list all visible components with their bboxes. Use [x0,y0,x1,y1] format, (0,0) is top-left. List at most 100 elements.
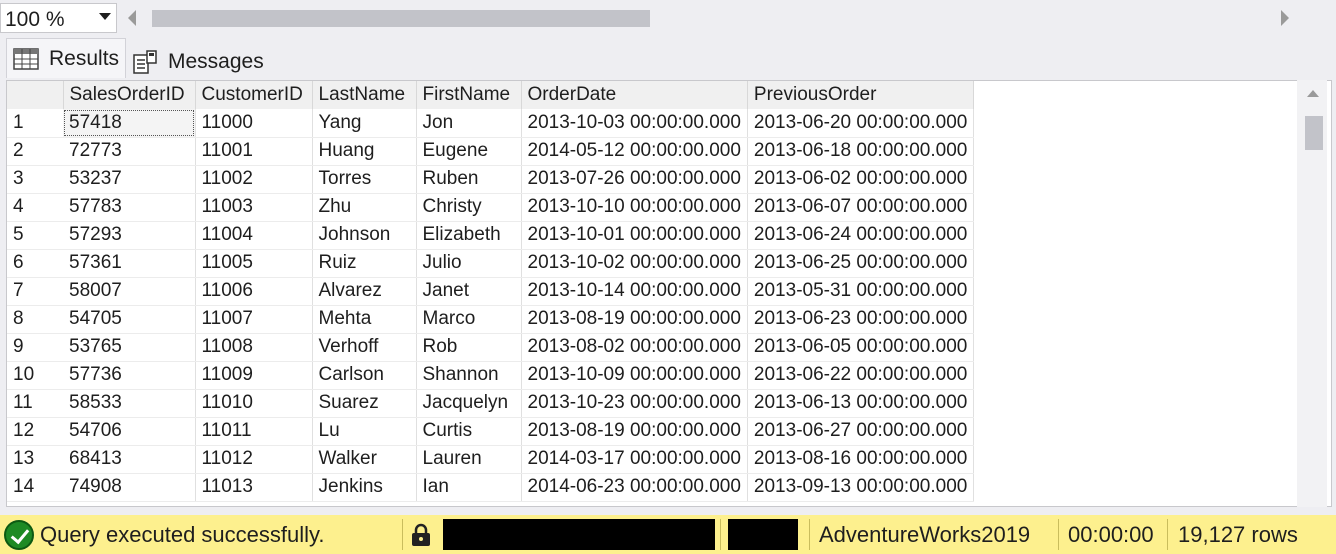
table-cell[interactable]: 57783 [63,193,196,222]
scroll-up-arrow-icon[interactable] [1307,90,1319,97]
results-grid[interactable]: SalesOrderID CustomerID LastName FirstName O… [6,80,1332,507]
table-cell[interactable]: 11006 [195,277,313,306]
table-cell[interactable]: Ruiz [312,249,417,278]
table-cell[interactable]: Walker [312,445,417,474]
table-row[interactable]: 6 57361 11005 Ruiz Julio 2013-10-02 00:00:00.… [7,249,975,278]
scroll-right-arrow-icon[interactable] [1281,10,1289,26]
table-cell[interactable]: 2013-06-18 00:00:00.000 [747,137,975,166]
table-cell[interactable]: 58533 [63,389,196,418]
row-number[interactable]: 9 [7,333,63,362]
table-cell[interactable]: Verhoff [312,333,417,362]
table-cell[interactable]: 2013-10-01 00:00:00.000 [521,221,748,250]
table-cell[interactable]: Alvarez [312,277,417,306]
zoom-dropdown[interactable]: 100 % [0,3,117,33]
column-header[interactable]: PreviousOrder [747,81,975,109]
table-cell[interactable]: 11010 [195,389,313,418]
table-cell[interactable]: 2013-10-02 00:00:00.000 [521,249,748,278]
scroll-left-arrow-icon[interactable] [128,10,136,26]
table-cell[interactable]: Suarez [312,389,417,418]
table-cell[interactable]: Julio [416,249,522,278]
table-cell[interactable]: 2013-10-23 00:00:00.000 [521,389,748,418]
table-cell[interactable]: 11005 [195,249,313,278]
table-cell[interactable]: 2013-10-09 00:00:00.000 [521,361,748,390]
table-cell[interactable]: 2013-08-02 00:00:00.000 [521,333,748,362]
table-cell[interactable]: 2013-06-02 00:00:00.000 [747,165,975,194]
vertical-scrollbar-thumb[interactable] [1305,116,1323,150]
table-row[interactable]: 3 53237 11002 Torres Ruben 2013-07-26 00:00:0… [7,165,975,194]
table-cell[interactable]: 2013-06-13 00:00:00.000 [747,389,975,418]
table-cell[interactable]: Huang [312,137,417,166]
table-cell[interactable]: Janet [416,277,522,306]
table-cell[interactable]: Lauren [416,445,522,474]
table-cell[interactable]: 2013-06-07 00:00:00.000 [747,193,975,222]
column-header[interactable]: OrderDate [521,81,748,109]
table-cell[interactable]: Christy [416,193,522,222]
table-cell[interactable]: 54705 [63,305,196,334]
row-number[interactable]: 10 [7,361,63,390]
table-cell[interactable]: 2013-06-24 00:00:00.000 [747,221,975,250]
row-number[interactable]: 8 [7,305,63,334]
table-cell[interactable]: 2014-05-12 00:00:00.000 [521,137,748,166]
table-cell[interactable]: 58007 [63,277,196,306]
table-cell[interactable]: Zhu [312,193,417,222]
row-number[interactable]: 5 [7,221,63,250]
table-cell[interactable]: 11009 [195,361,313,390]
table-cell[interactable]: 68413 [63,445,196,474]
row-number[interactable]: 4 [7,193,63,222]
table-row[interactable]: 9 53765 11008 Verhoff Rob 2013-08-02 00:00:00… [7,333,975,362]
vertical-scrollbar[interactable] [1297,80,1327,507]
table-cell[interactable]: 11013 [195,473,313,502]
table-row[interactable]: 4 57783 11003 Zhu Christy 2013-10-10 00:00:00… [7,193,975,222]
row-number[interactable]: 12 [7,417,63,446]
table-row[interactable]: 13 68413 11012 Walker Lauren 2014-03-17 00:00… [7,445,975,474]
chevron-down-icon[interactable] [99,13,111,20]
table-cell[interactable]: 2013-08-16 00:00:00.000 [747,445,975,474]
table-row[interactable]: 2 72773 11001 Huang Eugene 2014-05-12 00:00:0… [7,137,975,166]
table-cell[interactable]: 11011 [195,417,313,446]
table-cell[interactable]: 53765 [63,333,196,362]
table-cell[interactable]: Elizabeth [416,221,522,250]
table-row[interactable]: 10 57736 11009 Carlson Shannon 2013-10-09 00:… [7,361,975,390]
row-number[interactable]: 2 [7,137,63,166]
table-cell[interactable]: 2013-06-05 00:00:00.000 [747,333,975,362]
table-cell[interactable]: 11002 [195,165,313,194]
table-cell[interactable]: 11001 [195,137,313,166]
column-header[interactable]: SalesOrderID [63,81,196,109]
table-row[interactable]: 14 74908 11013 Jenkins Ian 2014-06-23 00:00:0… [7,473,975,502]
table-cell[interactable]: Marco [416,305,522,334]
table-cell[interactable]: 53237 [63,165,196,194]
table-cell[interactable]: 2013-08-19 00:00:00.000 [521,417,748,446]
table-cell[interactable]: Yang [312,109,417,138]
table-cell[interactable]: 11003 [195,193,313,222]
tab-messages[interactable]: Messages [128,42,270,82]
table-row[interactable]: 8 54705 11007 Mehta Marco 2013-08-19 00:00:00… [7,305,975,334]
table-cell[interactable]: 57293 [63,221,196,250]
table-cell[interactable]: Jacquelyn [416,389,522,418]
tab-results[interactable]: Results [6,38,126,78]
row-number[interactable]: 14 [7,473,63,502]
table-row[interactable]: 1 57418 11000 Yang Jon 2013-10-03 00:00:00.00… [7,109,975,138]
table-cell[interactable]: Lu [312,417,417,446]
table-row[interactable]: 11 58533 11010 Suarez Jacquelyn 2013-10-23 00… [7,389,975,418]
table-cell[interactable]: Ian [416,473,522,502]
table-row[interactable]: 7 58007 11006 Alvarez Janet 2013-10-14 00:00:… [7,277,975,306]
table-cell[interactable]: 57361 [63,249,196,278]
table-cell[interactable]: 2013-06-27 00:00:00.000 [747,417,975,446]
table-cell[interactable]: 2014-03-17 00:00:00.000 [521,445,748,474]
table-cell[interactable]: Rob [416,333,522,362]
table-cell[interactable]: 57418 [63,109,196,138]
table-cell[interactable]: Jenkins [312,473,417,502]
table-cell[interactable]: 11012 [195,445,313,474]
table-cell[interactable]: Mehta [312,305,417,334]
row-number[interactable]: 11 [7,389,63,418]
table-cell[interactable]: Curtis [416,417,522,446]
table-cell[interactable]: Carlson [312,361,417,390]
table-cell[interactable]: 11007 [195,305,313,334]
table-cell[interactable]: 2013-06-22 00:00:00.000 [747,361,975,390]
table-cell[interactable]: 2013-09-13 00:00:00.000 [747,473,975,502]
table-cell[interactable]: 2013-06-20 00:00:00.000 [747,109,975,138]
table-cell[interactable]: 72773 [63,137,196,166]
table-cell[interactable]: 11000 [195,109,313,138]
table-cell[interactable]: 2013-07-26 00:00:00.000 [521,165,748,194]
table-cell[interactable]: 54706 [63,417,196,446]
